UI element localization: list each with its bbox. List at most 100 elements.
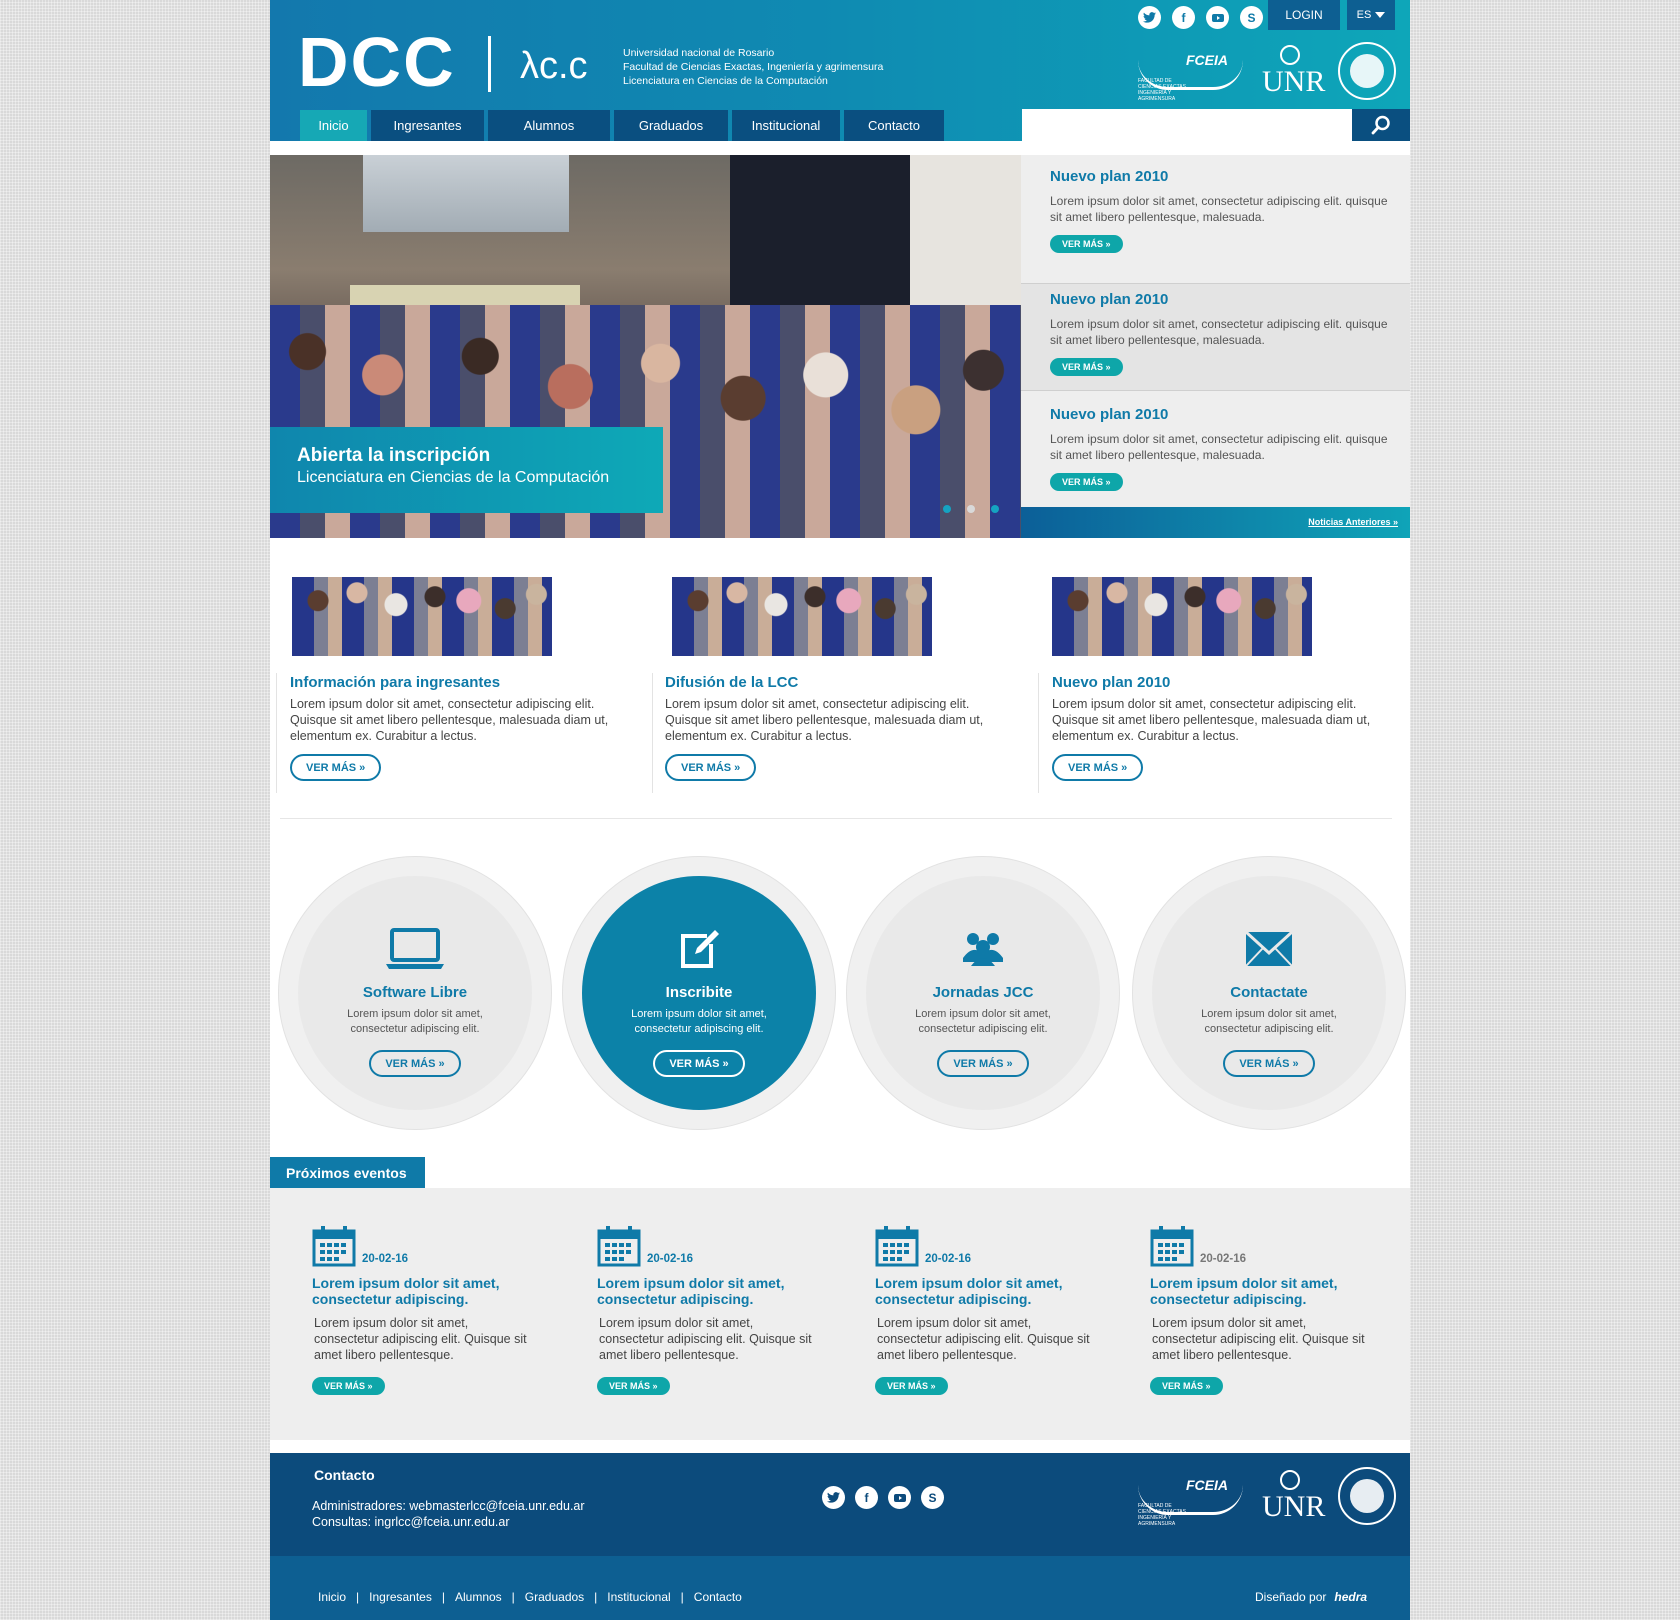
footer-link-alumnos[interactable]: Alumnos xyxy=(455,1590,502,1604)
event-title[interactable]: Lorem ipsum dolor sit amet, consectetur … xyxy=(875,1275,1095,1307)
twitter-icon[interactable] xyxy=(1138,6,1161,29)
service-text: Lorem ipsum dolor sit amet, consectetur … xyxy=(915,1008,1051,1035)
event-title[interactable]: Lorem ipsum dolor sit amet, consectetur … xyxy=(597,1275,817,1307)
youtube-icon[interactable] xyxy=(1206,6,1229,29)
skype-icon[interactable]: S xyxy=(1240,6,1263,29)
ver-mas-button[interactable]: VER MÁS » xyxy=(312,1377,385,1395)
institution-line: Licenciatura en Ciencias de la Computaci… xyxy=(623,75,828,87)
dcc-logo[interactable]: DCC xyxy=(298,22,456,102)
footer-admin-email[interactable]: Administradores: webmasterlcc@fceia.unr.… xyxy=(312,1499,585,1513)
search-input[interactable] xyxy=(1022,109,1352,141)
skype-icon[interactable]: S xyxy=(921,1486,944,1509)
event-item: 20-02-16 Lorem ipsum dolor sit amet, con… xyxy=(597,1225,827,1395)
login-button[interactable]: LOGIN xyxy=(1268,0,1340,30)
service-title[interactable]: Software Libre xyxy=(363,984,467,1001)
ver-mas-button[interactable]: VER MÁS » xyxy=(1223,1050,1315,1077)
ver-mas-button[interactable]: VER MÁS » xyxy=(597,1377,670,1395)
event-date: 20-02-16 xyxy=(362,1253,409,1265)
footer-link-institucional[interactable]: Institucional xyxy=(607,1590,670,1604)
ver-mas-button[interactable]: VER MÁS » xyxy=(665,754,757,781)
ver-mas-button[interactable]: VER MÁS » xyxy=(653,1050,745,1077)
search-icon xyxy=(1371,115,1390,135)
hero-subtitle: Licenciatura en Ciencias de la Computaci… xyxy=(297,469,610,486)
footer-title: Contacto xyxy=(314,1467,375,1483)
ver-mas-button[interactable]: VER MÁS » xyxy=(369,1050,461,1077)
institution-logos: FCEIA FACULTAD DE CIENCIAS EXACTAS, INGE… xyxy=(1136,42,1396,102)
twitter-icon[interactable] xyxy=(822,1486,845,1509)
event-title[interactable]: Lorem ipsum dolor sit amet, consectetur … xyxy=(1150,1275,1370,1307)
nav-item-alumnos[interactable]: Alumnos xyxy=(488,110,610,141)
facebook-icon[interactable]: f xyxy=(1172,6,1195,29)
news-archive-link[interactable]: Noticias Anteriores » xyxy=(1021,507,1410,538)
nav-item-contacto[interactable]: Contacto xyxy=(844,110,944,141)
feature-body: Información para ingresantes Lorem ipsum… xyxy=(276,673,640,793)
university-seal[interactable] xyxy=(1338,42,1396,100)
service-circle: Software Libre Lorem ipsum dolor sit ame… xyxy=(278,856,552,1130)
ver-mas-button[interactable]: VER MÁS » xyxy=(937,1050,1029,1077)
feature-title[interactable]: Difusión de la LCC xyxy=(665,673,1008,693)
calendar-icon xyxy=(597,1226,641,1267)
feature-title[interactable]: Información para ingresantes xyxy=(290,673,640,693)
main-nav: Inicio Ingresantes Alumnos Graduados Ins… xyxy=(300,110,944,141)
news-title[interactable]: Nuevo plan 2010 xyxy=(1050,290,1410,310)
site-footer: Contacto Administradores: webmasterlcc@f… xyxy=(270,1453,1410,1620)
feature-image[interactable] xyxy=(1052,577,1312,656)
footer-link-contacto[interactable]: Contacto xyxy=(694,1590,742,1604)
institution-lines: Universidad nacional de Rosario Facultad… xyxy=(623,46,883,88)
footer-consultas-email[interactable]: Consultas: ingrlcc@fceia.unr.edu.ar xyxy=(312,1515,510,1529)
ver-mas-button[interactable]: VER MÁS » xyxy=(1050,473,1123,491)
service-title[interactable]: Jornadas JCC xyxy=(933,984,1034,1001)
university-seal[interactable] xyxy=(1338,1467,1396,1525)
youtube-icon[interactable] xyxy=(888,1486,911,1509)
designer-credit: Diseñado por hedra xyxy=(1255,1590,1367,1604)
feature-card: Difusión de la LCC Lorem ipsum dolor sit… xyxy=(638,577,1008,793)
event-title[interactable]: Lorem ipsum dolor sit amet, consectetur … xyxy=(312,1275,532,1307)
ver-mas-button[interactable]: VER MÁS » xyxy=(1052,754,1144,781)
nav-item-institucional[interactable]: Institucional xyxy=(732,110,840,141)
search-button[interactable] xyxy=(1352,109,1410,141)
nav-item-ingresantes[interactable]: Ingresantes xyxy=(371,110,484,141)
header-social: f S xyxy=(1138,6,1263,29)
service-card: Jornadas JCC Lorem ipsum dolor sit amet,… xyxy=(866,876,1100,1110)
calendar-icon xyxy=(875,1226,919,1267)
nav-item-inicio[interactable]: Inicio xyxy=(300,110,367,141)
ver-mas-button[interactable]: VER MÁS » xyxy=(290,754,382,781)
language-select[interactable]: ES xyxy=(1347,0,1395,30)
hero-caption[interactable]: Abierta la inscripción Licenciatura en C… xyxy=(270,427,663,513)
event-item: 20-02-16 Lorem ipsum dolor sit amet, con… xyxy=(875,1225,1105,1395)
ver-mas-button[interactable]: VER MÁS » xyxy=(1150,1377,1223,1395)
footer-link-graduados[interactable]: Graduados xyxy=(525,1590,584,1604)
envelope-icon xyxy=(1245,928,1293,970)
service-title[interactable]: Contactate xyxy=(1230,984,1308,1001)
service-circle: Jornadas JCC Lorem ipsum dolor sit amet,… xyxy=(846,856,1120,1130)
fceia-tagline: FACULTAD DE CIENCIAS EXACTAS, INGENIERÍA… xyxy=(1138,78,1188,102)
ver-mas-button[interactable]: VER MÁS » xyxy=(875,1377,948,1395)
credit-logo[interactable]: hedra xyxy=(1334,1590,1367,1604)
footer-separator: | xyxy=(511,1590,515,1604)
footer-link-ingresantes[interactable]: Ingresantes xyxy=(369,1590,432,1604)
service-title[interactable]: Inscribite xyxy=(666,984,733,1001)
unr-logo[interactable]: UNR xyxy=(1260,1468,1325,1524)
fceia-wordmark: FCEIA xyxy=(1186,52,1228,68)
slider-dot[interactable] xyxy=(991,505,999,513)
ver-mas-button[interactable]: VER MÁS » xyxy=(1050,358,1123,376)
feature-image[interactable] xyxy=(292,577,552,656)
feature-title[interactable]: Nuevo plan 2010 xyxy=(1052,673,1390,693)
ver-mas-button[interactable]: VER MÁS » xyxy=(1050,235,1123,253)
unr-logo[interactable]: UNR xyxy=(1260,43,1325,99)
news-title[interactable]: Nuevo plan 2010 xyxy=(1050,167,1410,187)
slider-dot[interactable] xyxy=(943,505,951,513)
fceia-logo[interactable]: FCEIA FACULTAD DE CIENCIAS EXACTAS, INGE… xyxy=(1136,46,1246,102)
fceia-logo[interactable]: FCEIA FACULTAD DE CIENCIAS EXACTAS, INGE… xyxy=(1136,1471,1246,1527)
feature-image[interactable] xyxy=(672,577,932,656)
news-title[interactable]: Nuevo plan 2010 xyxy=(1050,405,1410,425)
facebook-icon[interactable]: f xyxy=(855,1486,878,1509)
event-date: 20-02-16 xyxy=(1200,1253,1247,1265)
service-text: Lorem ipsum dolor sit amet, consectetur … xyxy=(1201,1008,1337,1035)
seal-emblem-icon xyxy=(1350,54,1384,88)
slider-dot[interactable] xyxy=(967,505,975,513)
event-date: 20-02-16 xyxy=(925,1253,972,1265)
calendar-icon xyxy=(312,1226,356,1267)
footer-link-inicio[interactable]: Inicio xyxy=(318,1590,346,1604)
nav-item-graduados[interactable]: Graduados xyxy=(614,110,728,141)
